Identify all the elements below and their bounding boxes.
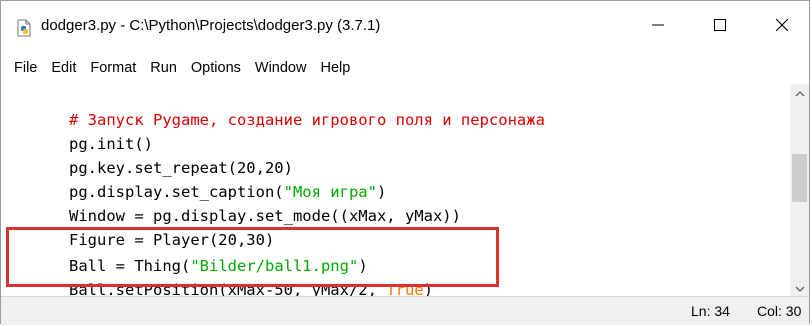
code-line[interactable]: # Запуск Pygame, создание игрового поля … bbox=[13, 84, 545, 129]
minimize-button[interactable] bbox=[635, 1, 681, 53]
scroll-down-button[interactable] bbox=[790, 279, 809, 296]
vertical-scrollbar[interactable] bbox=[790, 84, 809, 296]
python-file-icon bbox=[15, 19, 33, 37]
code-line[interactable]: Figure = Player(20,30) bbox=[13, 204, 274, 249]
code-line[interactable]: pg.init() bbox=[13, 108, 153, 153]
window-title: dodger3.py - C:\Python\Projects\dodger3.… bbox=[41, 17, 381, 34]
status-bar: Ln: 34 Col: 30 bbox=[1, 296, 809, 325]
scrollbar-thumb[interactable] bbox=[792, 154, 807, 202]
code-editor[interactable]: # Запуск Pygame, создание игрового поля … bbox=[3, 84, 790, 296]
code-line[interactable]: pg.display.set_caption("Моя игра") bbox=[13, 156, 386, 201]
maximize-button[interactable] bbox=[697, 1, 743, 53]
title-bar[interactable]: dodger3.py - C:\Python\Projects\dodger3.… bbox=[1, 1, 809, 53]
menu-window[interactable]: Window bbox=[248, 60, 314, 76]
highlight-annotation-box bbox=[6, 227, 499, 287]
menu-edit[interactable]: Edit bbox=[44, 60, 83, 76]
chevron-up-icon bbox=[795, 84, 805, 102]
code-line[interactable]: Window = pg.display.set_mode((xMax, yMax… bbox=[13, 180, 461, 225]
menu-file[interactable]: File bbox=[1, 60, 44, 76]
scroll-up-button[interactable] bbox=[790, 84, 809, 101]
menu-help[interactable]: Help bbox=[313, 60, 357, 76]
close-icon bbox=[775, 18, 789, 36]
menu-bar: File Edit Format Run Options Window Help bbox=[1, 53, 809, 83]
menu-format[interactable]: Format bbox=[83, 60, 143, 76]
minimize-icon bbox=[652, 18, 664, 36]
maximize-icon bbox=[714, 18, 726, 36]
menu-run[interactable]: Run bbox=[143, 60, 184, 76]
code-line[interactable]: pg.key.set_repeat(20,20) bbox=[13, 132, 293, 177]
menu-options[interactable]: Options bbox=[184, 60, 248, 76]
idle-editor-window: dodger3.py - C:\Python\Projects\dodger3.… bbox=[0, 0, 810, 325]
status-line-number: Ln: 34 bbox=[691, 303, 730, 319]
close-button[interactable] bbox=[759, 1, 805, 53]
chevron-down-icon bbox=[795, 279, 805, 297]
status-column-number: Col: 30 bbox=[757, 303, 802, 319]
